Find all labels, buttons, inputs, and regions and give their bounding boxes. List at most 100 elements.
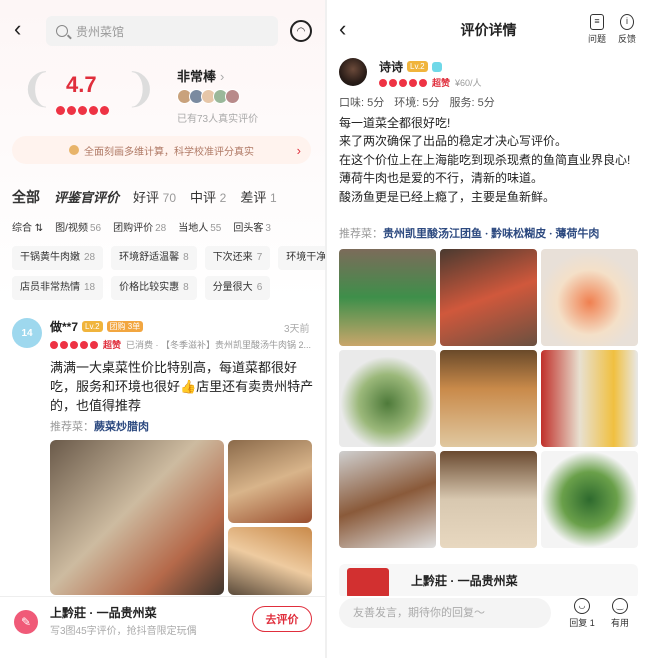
tab-neutral[interactable]: 中评 2 (190, 187, 226, 207)
heart-icon (399, 78, 407, 87)
verdict-link[interactable]: 非常棒 › (177, 66, 224, 85)
review-line: 薄荷牛肉也是爱的不行，清新的味道。 (339, 171, 544, 186)
reviewer-name-row: 诗诗 Lv.2 (379, 58, 442, 75)
review-photo[interactable] (228, 527, 312, 595)
store-name[interactable]: 上黔莊 · 一品贵州菜 (411, 572, 518, 589)
super-label: 超赞 (432, 78, 451, 88)
tag-chips-row-1: 干锅黄牛肉嫩 28 环境舒适温馨 8 下次还来 7 环境干净 (12, 246, 325, 270)
level-badge: Lv.2 (407, 61, 428, 72)
review-prompt: 写3图45字评价，抢抖音限定玩偶 (50, 626, 197, 637)
review-photo[interactable] (440, 350, 537, 447)
reviewer-avatars (177, 89, 240, 104)
tab-critic[interactable]: 评鉴官评价 (54, 187, 119, 207)
chat-icon[interactable]: ◠ (290, 20, 312, 42)
subtab-local[interactable]: 当地人 55 (178, 219, 221, 234)
tab-negative[interactable]: 差评 1 (240, 187, 276, 207)
avatar (225, 89, 240, 104)
review-photo[interactable] (541, 350, 638, 447)
review-photo[interactable] (440, 451, 537, 548)
consumed-info[interactable]: 已消费 · 【冬季滋补】贵州凯里酸汤牛肉锅 2... (126, 338, 311, 351)
group-buy-badge: 团购 3单 (106, 321, 144, 332)
tab-positive[interactable]: 好评 70 (133, 187, 176, 207)
review-text: 满满一大桌菜性价比特别高，每道菜都很好吃，服务和环境也很好👍店里还有卖贵州特产的… (50, 360, 314, 413)
heart-icon (90, 340, 98, 349)
document-icon: ≡ (590, 14, 604, 30)
tag-chip[interactable]: 价格比较实惠 8 (111, 276, 197, 300)
photo-grid (339, 249, 638, 548)
heart-icon (56, 106, 65, 115)
review-photo[interactable] (440, 249, 537, 346)
review-line: 在这个价位上在上海能吃到现杀现煮的鱼简直业界良心! (339, 152, 631, 167)
heart-icon (100, 106, 109, 115)
search-input[interactable]: 贵州菜馆 (46, 16, 278, 46)
edit-icon: ✎ (14, 610, 38, 634)
reviewer-avatar[interactable]: 14 (12, 318, 42, 348)
write-review-button[interactable]: 去评价 (252, 606, 312, 632)
review-hearts (379, 78, 427, 87)
subtab-media[interactable]: 图/视频 56 (55, 219, 101, 234)
tab-all[interactable]: 全部 (12, 187, 40, 207)
tag-chip[interactable]: 环境舒适温馨 8 (111, 246, 197, 270)
report-issue-button[interactable]: ≡ 问题 (582, 14, 612, 45)
reviewer-avatar[interactable] (339, 58, 367, 86)
heart-icon (409, 78, 417, 87)
feedback-button[interactable]: i 反馈 (612, 14, 642, 45)
review-body: 每一道菜全都很好吃! 来了两次确保了出品的稳定才决心写评价。 在这个价位上在上海… (339, 114, 639, 206)
comment-input[interactable]: 友善发言，期待你的回复～ (339, 598, 551, 628)
info-icon: i (620, 14, 634, 30)
recommended-dish-link[interactable]: 贵州凯里酸汤江团鱼 · 黔味松糊皮 · 薄荷牛肉 (383, 228, 599, 240)
service-score: 服务: 5分 (449, 97, 495, 109)
taste-score: 口味: 5分 (339, 97, 385, 109)
review-photo[interactable] (541, 249, 638, 346)
heart-icon (60, 340, 68, 349)
review-photo[interactable] (50, 440, 224, 595)
review-line: 酸汤鱼更是已经上瘾了，主要是鱼新鲜。 (339, 189, 556, 204)
reviewer-name[interactable]: 做**7 (50, 318, 78, 335)
reply-button[interactable]: ◡ 回复 1 (567, 598, 597, 629)
reply-icon: ◡ (574, 598, 590, 614)
review-photo[interactable] (339, 451, 436, 548)
review-photo[interactable] (339, 350, 436, 447)
score-explain-banner[interactable]: 全面刻画多维计算，科学校准评分真实 › (12, 136, 311, 164)
smile-icon: ‿ (612, 598, 628, 614)
review-hearts (50, 340, 98, 349)
heart-icon (89, 106, 98, 115)
tag-chip[interactable]: 干锅黄牛肉嫩 28 (12, 246, 104, 270)
useful-button[interactable]: ‿ 有用 (605, 598, 635, 629)
heart-icon (78, 106, 87, 115)
reviewer-name-row: 做**7 Lv.2 团购 3单 (50, 318, 144, 335)
left-screen: ‹ 贵州菜馆 ◠ ❨ ❩ 4.7 非常棒 › 已有73人真实评价 全面刻画多维计算… (0, 0, 325, 658)
review-photo[interactable] (228, 440, 312, 523)
heart-icon (50, 340, 58, 349)
verdict-text: 非常棒 (177, 69, 217, 84)
review-photo[interactable] (339, 249, 436, 346)
subtab-sort[interactable]: 综合 ⇅ (12, 219, 43, 234)
heart-icon (67, 106, 76, 115)
review-time: 3天前 (284, 324, 310, 335)
price-per-person: ¥60/人 (455, 78, 482, 88)
recommended-dish-link[interactable]: 蕨菜炒腊肉 (94, 421, 149, 433)
laurel-right-icon: ❩ (124, 67, 158, 111)
super-label: 超赞 (103, 340, 122, 350)
laurel-left-icon: ❨ (20, 67, 54, 111)
tag-chip[interactable]: 环境干净 (278, 246, 325, 270)
heart-icon (419, 78, 427, 87)
shop-name[interactable]: 上黔莊 · 一品贵州菜 (50, 604, 157, 621)
right-screen: ‹ 评价详情 ≡ 问题 i 反馈 诗诗 Lv.2 超赞 ¥60/人 口味: 5分… (327, 0, 650, 658)
reviewer-name[interactable]: 诗诗 (379, 58, 403, 75)
heart-icon (379, 78, 387, 87)
tag-chip[interactable]: 下次还来 7 (204, 246, 271, 270)
level-badge: Lv.2 (82, 321, 103, 332)
search-icon (56, 25, 68, 37)
tag-chip[interactable]: 店员非常热情 18 (12, 276, 104, 300)
review-filter-tabs: 全部 评鉴官评价 好评 70 中评 2 差评 1 (12, 187, 277, 207)
subtab-group[interactable]: 团购评价 28 (113, 219, 166, 234)
store-logo (347, 568, 389, 598)
review-photo[interactable] (541, 451, 638, 548)
real-review-count: 已有73人真实评价 (177, 114, 259, 125)
tag-chips-row-2: 店员非常热情 18 价格比较实惠 8 分量很大 6 (12, 276, 325, 300)
tag-chip[interactable]: 分量很大 6 (204, 276, 271, 300)
back-icon[interactable]: ‹ (14, 18, 21, 40)
subtab-returning[interactable]: 回头客 3 (233, 219, 271, 234)
heart-icon (80, 340, 88, 349)
